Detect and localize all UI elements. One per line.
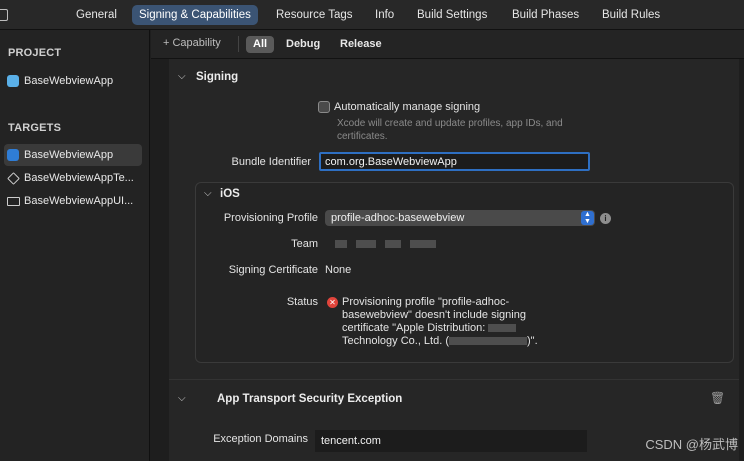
chevron-down-icon[interactable]: ⌵ [178, 393, 186, 404]
sidebar-item-target-uitests[interactable]: BaseWebviewAppUI... [4, 190, 142, 212]
signing-section: ⌵ Signing Automatically manage signing X… [169, 59, 739, 379]
capabilities-scroll-area[interactable]: ⌵ Signing Automatically manage signing X… [151, 59, 744, 461]
tab-build-phases[interactable]: Build Phases [505, 5, 586, 25]
signing-title: Signing [196, 71, 239, 83]
capability-filter-bar: + Capability All Debug Release [151, 30, 744, 59]
exception-domains-field[interactable]: tencent.com [315, 430, 587, 452]
tab-info[interactable]: Info [368, 5, 401, 25]
targets-header: TARGETS [8, 122, 62, 134]
signing-certificate-label: Signing Certificate [228, 264, 318, 276]
filter-all[interactable]: All [246, 36, 275, 53]
tab-build-settings[interactable]: Build Settings [410, 5, 494, 25]
watermark: CSDN @杨武博 [645, 437, 738, 452]
sidebar-item-target-app[interactable]: BaseWebviewApp [4, 144, 142, 166]
sidebar-item-label: BaseWebviewApp [24, 149, 114, 161]
tab-resource-tags[interactable]: Resource Tags [269, 5, 360, 25]
signing-certificate-value: None [325, 264, 352, 276]
filter-debug[interactable]: Debug [279, 36, 327, 53]
test-target-icon [7, 172, 20, 185]
ats-title: App Transport Security Exception [217, 393, 403, 405]
sidebar-toggle-icon[interactable] [0, 9, 8, 21]
team-label: Team [291, 238, 318, 250]
status-line: Technology Co., Ltd. ()". [342, 335, 538, 347]
sidebar-item-label: BaseWebviewApp [24, 75, 114, 87]
auto-manage-signing-label: Automatically manage signing [334, 101, 481, 113]
status-line: Provisioning profile "profile-adhoc- [342, 296, 510, 308]
trash-icon[interactable]: 🗑 [710, 391, 725, 405]
target-sidebar: PROJECT BaseWebviewApp TARGETS BaseWebvi… [0, 30, 150, 461]
bundle-identifier-field[interactable]: com.org.BaseWebviewApp [319, 152, 590, 171]
status-line: basewebview" doesn't include signing [342, 309, 526, 321]
project-icon [7, 75, 19, 87]
error-icon: ✕ [327, 297, 338, 308]
exception-domains-label: Exception Domains [213, 433, 308, 445]
sidebar-item-target-tests[interactable]: BaseWebviewAppTe... [4, 167, 142, 189]
provisioning-profile-value: profile-adhoc-basewebview [331, 212, 465, 224]
filter-release[interactable]: Release [333, 36, 389, 53]
chevron-updown-icon: ▲ ▼ [581, 211, 594, 225]
tab-general[interactable]: General [69, 5, 124, 25]
app-icon [7, 149, 19, 161]
sidebar-item-label: BaseWebviewAppUI... [24, 195, 134, 207]
auto-manage-signing-checkbox[interactable] [318, 101, 330, 113]
bundle-identifier-label: Bundle Identifier [231, 156, 312, 168]
team-value-redacted [335, 238, 437, 250]
divider [238, 36, 239, 52]
info-icon[interactable]: i [600, 213, 611, 224]
tab-build-rules[interactable]: Build Rules [595, 5, 667, 25]
status-label: Status [286, 296, 318, 308]
ios-signing-box: ⌵ iOS Provisioning Profile profile-adhoc… [195, 182, 734, 363]
add-capability-button[interactable]: + Capability [163, 37, 221, 49]
sidebar-item-project[interactable]: BaseWebviewApp [4, 70, 142, 92]
auto-manage-hint: Xcode will create and update profiles, a… [337, 118, 563, 142]
editor-tab-bar: General Signing & Capabilities Resource … [0, 0, 744, 30]
capabilities-editor: + Capability All Debug Release ⌵ Signing… [151, 30, 744, 461]
status-line: certificate "Apple Distribution: [342, 322, 538, 335]
provisioning-profile-popup[interactable]: profile-adhoc-basewebview ▲ ▼ [325, 210, 595, 226]
project-header: PROJECT [8, 47, 62, 59]
sidebar-item-label: BaseWebviewAppTe... [24, 172, 134, 184]
chevron-down-icon[interactable]: ⌵ [204, 188, 212, 199]
provisioning-profile-label: Provisioning Profile [223, 212, 318, 224]
ui-test-target-icon [7, 197, 20, 206]
tab-signing-capabilities[interactable]: Signing & Capabilities [132, 5, 258, 25]
status-message: Provisioning profile "profile-adhoc- bas… [342, 296, 538, 348]
ios-title: iOS [220, 188, 240, 200]
chevron-down-icon[interactable]: ⌵ [178, 71, 186, 82]
